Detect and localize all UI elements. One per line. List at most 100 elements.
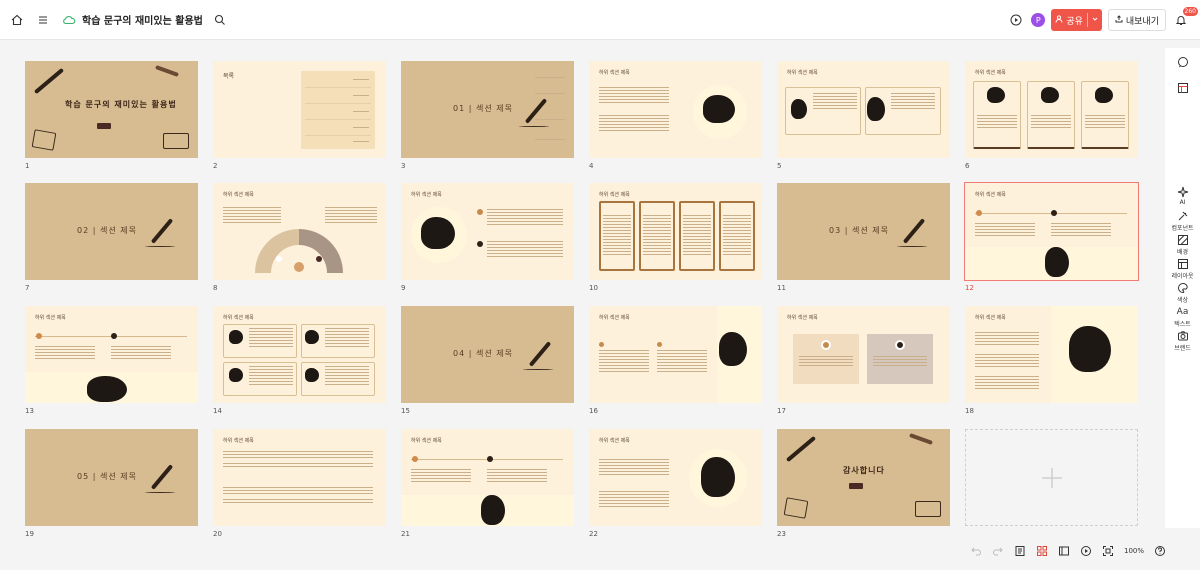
comment-button[interactable] <box>1165 56 1200 69</box>
ai-button[interactable]: AI <box>1165 186 1200 206</box>
slide-number: 7 <box>25 284 30 292</box>
undo-icon[interactable] <box>970 545 982 557</box>
play-icon[interactable] <box>1007 11 1025 29</box>
slide-number: 13 <box>25 407 34 415</box>
slide-number: 19 <box>25 530 34 538</box>
rp-label: 배경 <box>1176 249 1189 256</box>
slide-thumb-21[interactable]: 하위 섹션 제목 21 <box>401 429 574 540</box>
slide-number: 5 <box>777 162 782 170</box>
slide-thumb-3[interactable]: 01 | 섹션 제목 3 <box>401 61 574 172</box>
ai-sparkle-icon <box>1177 186 1188 198</box>
slide-title: 하위 섹션 제목 <box>411 438 442 444</box>
components-button[interactable]: 컴포넌트 <box>1165 210 1200 232</box>
grid-view-icon[interactable] <box>1036 545 1048 557</box>
redo-icon[interactable] <box>992 545 1004 557</box>
top-toolbar: 학습 문구의 재미있는 활용법 P 공유 내보내기 260 <box>0 0 1200 40</box>
export-label: 내보내기 <box>1125 16 1159 27</box>
layout-grid-button[interactable]: 레이아웃 <box>1165 258 1200 280</box>
slide-thumb-22[interactable]: 하위 섹션 제목 22 <box>589 429 762 540</box>
search-icon[interactable] <box>211 11 229 29</box>
slide-title: 목록 <box>223 73 235 80</box>
slide-thumb-15[interactable]: 04 | 섹션 제목 15 <box>401 306 574 417</box>
rp-label: 색상 <box>1176 297 1189 304</box>
slide-number: 16 <box>589 407 598 415</box>
slide-thumb-18[interactable]: 하위 섹션 제목 18 <box>965 306 1138 417</box>
slide-number: 22 <box>589 530 598 538</box>
slide-thumb-2[interactable]: 목록 2 <box>213 61 386 172</box>
color-button[interactable]: 색상 <box>1165 282 1200 304</box>
text-button[interactable]: Aa 텍스트 <box>1165 306 1200 328</box>
slide-thumb-10[interactable]: 하위 섹션 제목 10 <box>589 183 762 294</box>
comment-icon <box>1177 57 1188 68</box>
zoom-level[interactable]: 100% <box>1124 547 1144 555</box>
slide-number: 15 <box>401 407 410 415</box>
export-icon <box>1115 14 1123 26</box>
export-button[interactable]: 내보내기 <box>1107 9 1166 31</box>
section-title: 03 | 섹션 제목 <box>829 226 889 235</box>
slide-title: 하위 섹션 제목 <box>223 438 254 444</box>
rp-label: 컴포넌트 <box>1171 225 1194 232</box>
document-title[interactable]: 학습 문구의 재미있는 활용법 <box>82 12 203 27</box>
palette-icon <box>1177 282 1188 294</box>
slide-thumb-16[interactable]: 하위 섹션 제목 16 <box>589 306 762 417</box>
section-title: 05 | 섹션 제목 <box>77 472 137 481</box>
slide-title: 하위 섹션 제목 <box>411 192 442 198</box>
add-slide-button[interactable] <box>965 429 1138 526</box>
hamburger-icon[interactable] <box>34 11 52 29</box>
notification-bell[interactable]: 260 <box>1172 7 1198 29</box>
section-title: 01 | 섹션 제목 <box>453 104 513 113</box>
slide-number: 11 <box>777 284 786 292</box>
slide-number: 8 <box>213 284 218 292</box>
slide-title: 하위 섹션 제목 <box>223 315 254 321</box>
rp-label: 브랜드 <box>1174 345 1191 352</box>
slide-thumb-1[interactable]: 학습 문구의 재미있는 활용법 1 <box>25 61 198 172</box>
slide-thumb-11[interactable]: 03 | 섹션 제목 11 <box>777 183 950 294</box>
rp-label: 텍스트 <box>1174 321 1191 328</box>
slide-title: 하위 섹션 제목 <box>975 70 1006 76</box>
slide-thumb-4[interactable]: 하위 섹션 제목 4 <box>589 61 762 172</box>
slide-thumb-17[interactable]: 하위 섹션 제목 17 <box>777 306 950 417</box>
slide-title: 하위 섹션 제목 <box>975 315 1006 321</box>
share-label: 공유 <box>1066 16 1083 27</box>
section-title: 04 | 섹션 제목 <box>453 349 513 358</box>
slide-thumb-9[interactable]: 하위 섹션 제목 9 <box>401 183 574 294</box>
slide-thumb-12[interactable]: 하위 섹션 제목 12 <box>964 182 1139 294</box>
avatar[interactable]: P <box>1031 13 1046 27</box>
present-icon[interactable] <box>1080 545 1092 557</box>
slide-thumb-5[interactable]: 하위 섹션 제목 5 <box>777 61 950 172</box>
slide-thumb-13[interactable]: 하위 섹션 제목 13 <box>25 306 198 417</box>
fit-screen-icon[interactable] <box>1102 545 1114 557</box>
notification-badge: 260 <box>1182 7 1198 16</box>
slide-thumb-19[interactable]: 05 | 섹션 제목 19 <box>25 429 198 540</box>
brand-button[interactable]: 브랜드 <box>1165 330 1200 352</box>
slide-number: 17 <box>777 407 786 415</box>
chevron-down-icon[interactable] <box>1092 15 1098 25</box>
slide-title: 하위 섹션 제목 <box>599 438 630 444</box>
notes-icon[interactable] <box>1014 545 1026 557</box>
slide-number: 3 <box>401 162 406 170</box>
slide-thumb-6[interactable]: 하위 섹션 제목 6 <box>965 61 1138 172</box>
slide-thumb-14[interactable]: 하위 섹션 제목 14 <box>213 306 386 417</box>
list-view-icon[interactable] <box>1058 545 1070 557</box>
slide-number: 21 <box>401 530 410 538</box>
slide-thumb-8[interactable]: 하위 섹션 제목 8 <box>213 183 386 294</box>
slide-number: 6 <box>965 162 970 170</box>
share-button[interactable]: 공유 <box>1051 9 1102 31</box>
background-button[interactable]: 배경 <box>1165 234 1200 256</box>
slide-title: 하위 섹션 제목 <box>787 70 818 76</box>
slide-number: 10 <box>589 284 598 292</box>
slide-thumb-23[interactable]: 감사합니다 23 <box>777 429 950 540</box>
closing-title: 감사합니다 <box>843 466 885 475</box>
tools-icon <box>1178 211 1187 221</box>
layout-grid-icon <box>1177 259 1188 269</box>
slide-number: 2 <box>213 162 218 170</box>
bottom-toolbar: 100% <box>970 545 1166 557</box>
home-icon[interactable] <box>8 11 26 29</box>
slide-thumb-7[interactable]: 02 | 섹션 제목 7 <box>25 183 198 294</box>
slide-number: 20 <box>213 530 222 538</box>
help-icon[interactable] <box>1154 545 1166 557</box>
slide-number: 1 <box>25 162 30 170</box>
slide-thumb-20[interactable]: 하위 섹션 제목 20 <box>213 429 386 540</box>
layout-button[interactable] <box>1165 82 1200 95</box>
slide-number: 9 <box>401 284 406 292</box>
